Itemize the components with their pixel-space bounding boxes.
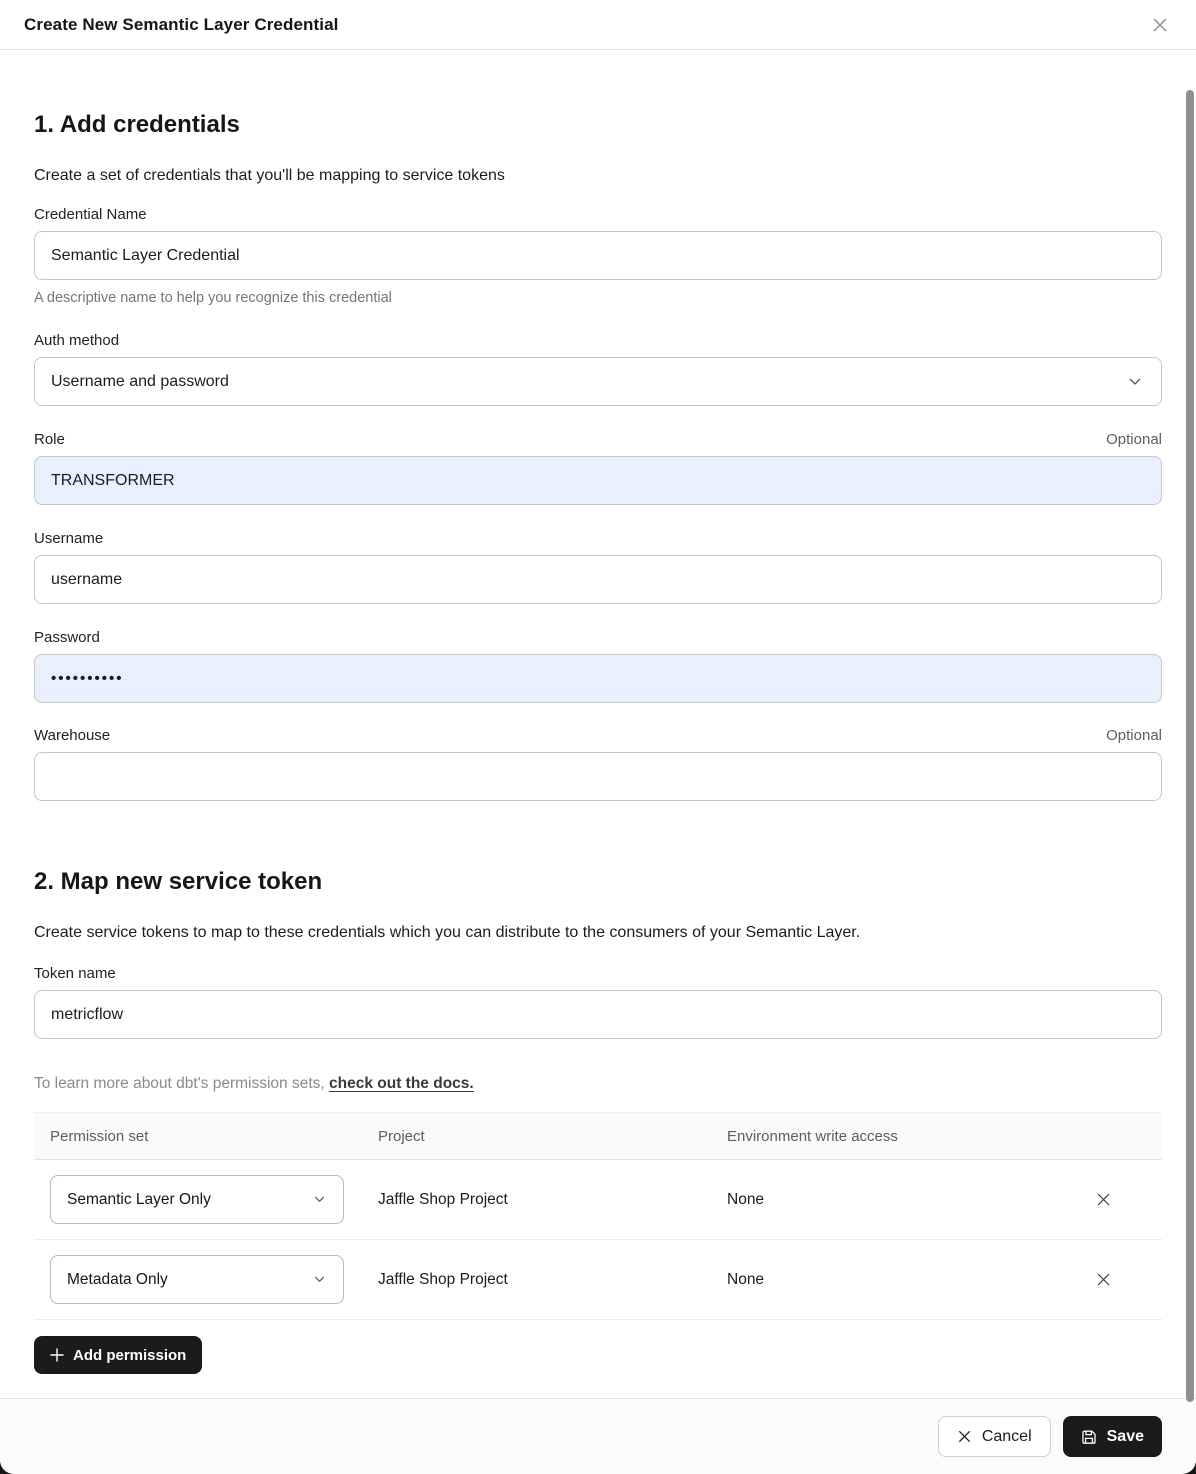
- x-icon: [1095, 1271, 1112, 1288]
- section-2-description: Create service tokens to map to these cr…: [34, 922, 1162, 944]
- permission-set-select[interactable]: Semantic Layer Only: [50, 1175, 344, 1224]
- permissions-table: Permission set Project Environment write…: [34, 1112, 1162, 1320]
- cancel-label: Cancel: [982, 1428, 1032, 1446]
- password-input[interactable]: [34, 654, 1162, 703]
- chevron-down-icon: [314, 1196, 325, 1203]
- close-button[interactable]: [1146, 11, 1174, 39]
- permission-set-select[interactable]: Metadata Only: [50, 1255, 344, 1304]
- column-header-env-write-access: Environment write access: [727, 1128, 1090, 1145]
- scrollbar-thumb[interactable]: [1186, 90, 1194, 1402]
- add-permission-label: Add permission: [73, 1347, 186, 1364]
- table-row: Semantic Layer Only Jaffle Shop Project …: [34, 1160, 1162, 1240]
- modal-header: Create New Semantic Layer Credential: [0, 0, 1196, 50]
- remove-row-button[interactable]: [1090, 1187, 1116, 1213]
- docs-text: To learn more about dbt's permission set…: [34, 1075, 329, 1092]
- role-input[interactable]: [34, 456, 1162, 505]
- scrollbar[interactable]: [1184, 0, 1196, 1474]
- modal-body: 1. Add credentials Create a set of crede…: [0, 108, 1196, 1374]
- env-write-access-cell: None: [727, 1271, 1090, 1289]
- chevron-down-icon: [314, 1276, 325, 1283]
- permission-set-value: Metadata Only: [67, 1271, 168, 1289]
- save-label: Save: [1107, 1428, 1144, 1446]
- token-name-input[interactable]: [34, 990, 1162, 1039]
- save-button[interactable]: Save: [1063, 1416, 1162, 1457]
- credential-name-helper: A descriptive name to help you recognize…: [34, 289, 1162, 307]
- permissions-table-header: Permission set Project Environment write…: [34, 1112, 1162, 1160]
- credential-name-label: Credential Name: [34, 205, 1162, 225]
- x-icon: [1095, 1191, 1112, 1208]
- warehouse-label: Warehouse: [34, 726, 110, 746]
- section-2-heading: 2. Map new service token: [34, 865, 1162, 898]
- close-icon: [1150, 15, 1170, 35]
- permission-set-value: Semantic Layer Only: [67, 1191, 211, 1209]
- docs-link[interactable]: check out the docs.: [329, 1075, 474, 1092]
- warehouse-label-row: Warehouse Optional: [34, 726, 1162, 746]
- credential-name-input[interactable]: [34, 231, 1162, 280]
- username-label: Username: [34, 529, 1162, 549]
- project-cell: Jaffle Shop Project: [378, 1191, 727, 1209]
- role-label-row: Role Optional: [34, 430, 1162, 450]
- password-label: Password: [34, 628, 1162, 648]
- column-header-permission-set: Permission set: [50, 1128, 378, 1145]
- env-write-access-cell: None: [727, 1191, 1090, 1209]
- section-1-description: Create a set of credentials that you'll …: [34, 165, 1162, 187]
- column-header-project: Project: [378, 1128, 727, 1145]
- docs-line: To learn more about dbt's permission set…: [34, 1073, 1162, 1094]
- project-cell: Jaffle Shop Project: [378, 1271, 727, 1289]
- token-name-label: Token name: [34, 964, 1162, 984]
- warehouse-input[interactable]: [34, 752, 1162, 801]
- modal-footer: Cancel Save: [0, 1398, 1196, 1474]
- create-credential-modal: Create New Semantic Layer Credential 1. …: [0, 0, 1196, 1474]
- warehouse-optional-tag: Optional: [1106, 727, 1162, 744]
- save-icon: [1081, 1429, 1097, 1445]
- table-row: Metadata Only Jaffle Shop Project None: [34, 1240, 1162, 1320]
- auth-method-value: Username and password: [51, 373, 229, 391]
- role-label: Role: [34, 430, 65, 450]
- username-input[interactable]: [34, 555, 1162, 604]
- auth-method-label: Auth method: [34, 331, 1162, 351]
- remove-row-button[interactable]: [1090, 1267, 1116, 1293]
- chevron-down-icon: [1129, 378, 1141, 386]
- cancel-button[interactable]: Cancel: [938, 1416, 1051, 1457]
- auth-method-select[interactable]: Username and password: [34, 357, 1162, 406]
- section-1-heading: 1. Add credentials: [34, 108, 1162, 141]
- modal-title: Create New Semantic Layer Credential: [24, 15, 338, 35]
- x-icon: [957, 1429, 972, 1444]
- plus-icon: [50, 1348, 64, 1362]
- add-permission-button[interactable]: Add permission: [34, 1336, 202, 1374]
- role-optional-tag: Optional: [1106, 431, 1162, 448]
